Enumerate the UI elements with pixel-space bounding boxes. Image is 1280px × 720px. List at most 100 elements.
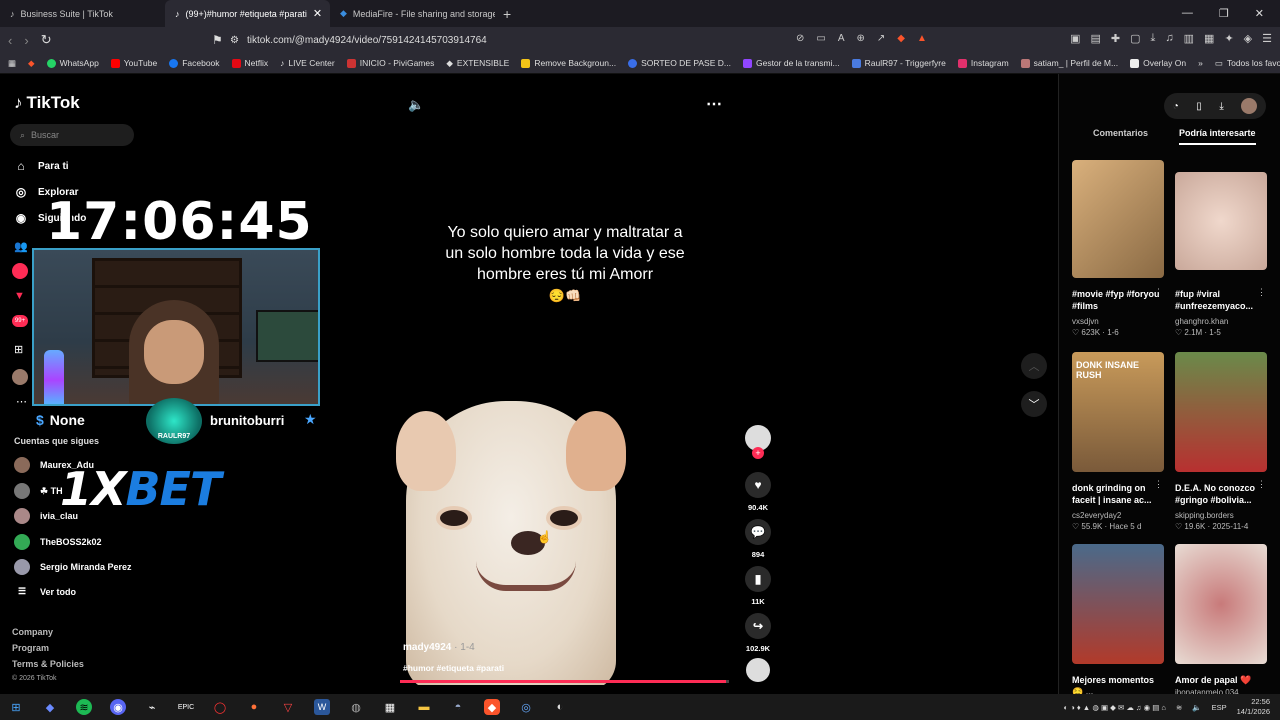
- zoom-icon[interactable]: ⊕: [857, 33, 865, 44]
- site-info-icon[interactable]: ⚙: [230, 35, 239, 46]
- more-bookmarks-icon[interactable]: »: [1198, 58, 1203, 68]
- avatar[interactable]: [1241, 98, 1258, 114]
- puzzle-icon[interactable]: ✚: [1111, 32, 1120, 45]
- tab-comentarios[interactable]: Comentarios: [1093, 128, 1148, 138]
- sidebar-icon[interactable]: ▥: [1184, 32, 1194, 45]
- firefox-icon[interactable]: ●: [246, 699, 262, 715]
- history-icon[interactable]: ◔: [1173, 101, 1179, 112]
- camera-blocked-icon[interactable]: ⊘: [796, 33, 804, 44]
- bookmark-item[interactable]: Netflix: [231, 58, 268, 68]
- translate-icon[interactable]: A: [838, 33, 845, 44]
- music-disc[interactable]: [746, 658, 770, 682]
- bookmark-item[interactable]: Instagram: [957, 58, 1009, 68]
- footer-link-terms[interactable]: Terms & Policies: [12, 659, 84, 669]
- word-icon[interactable]: W: [314, 699, 330, 715]
- app-icon[interactable]: ◎: [518, 699, 534, 715]
- valorant-icon[interactable]: ▽: [280, 699, 296, 715]
- tiktok-logo[interactable]: ♪ TikTok: [14, 93, 80, 113]
- wifi-icon[interactable]: ≋: [1176, 703, 1182, 712]
- brave-shield-icon[interactable]: ◆: [897, 33, 905, 44]
- app-icon[interactable]: ◍: [348, 699, 364, 715]
- wallet-icon[interactable]: ▦: [1204, 32, 1214, 45]
- suggested-video-card[interactable]: DONK INSANE RUSH donk grinding on faceit…: [1072, 352, 1164, 531]
- menu-icon[interactable]: ☰: [1262, 32, 1272, 45]
- opera-icon[interactable]: ◯: [212, 699, 228, 715]
- download-app-icon[interactable]: ⤓: [1219, 101, 1223, 112]
- spotify-icon[interactable]: ≋: [76, 699, 92, 715]
- all-bookmarks[interactable]: ▭Todos los favoritos: [1215, 58, 1280, 69]
- more-icon[interactable]: ⋯: [16, 395, 27, 408]
- footer-link-program[interactable]: Program: [12, 643, 49, 653]
- bookmark-icon[interactable]: ⚑: [212, 33, 223, 47]
- bookmark-item[interactable]: SORTEO DE PASE D...: [628, 58, 731, 68]
- screenshot-icon[interactable]: ▢: [1130, 32, 1140, 45]
- back-icon[interactable]: ‹: [8, 33, 12, 48]
- live-icon[interactable]: [12, 263, 28, 279]
- tray-icons[interactable]: ◐ ◑ ♦ ▲ ◍ ▣ ◆ ✉ ☁ ♫ ◉ ▤ ⌂: [1064, 703, 1166, 712]
- url-field[interactable]: ⚙ tiktok.com/@mady4924/video/759142414570…: [230, 32, 790, 49]
- follow-item[interactable]: ☘ TH: [14, 483, 63, 499]
- language-indicator[interactable]: ESP: [1212, 703, 1227, 712]
- see-all-link[interactable]: ☰ Ver todo: [14, 586, 76, 597]
- suggested-video-card[interactable]: D.E.A. No conozco #gringo #bolivia... sk…: [1175, 352, 1267, 531]
- bookmark-item[interactable]: INICIO - PiviGames: [346, 58, 434, 68]
- suggested-video-card[interactable]: Mejores momentos 🤤 ...: [1072, 544, 1164, 700]
- follow-item[interactable]: Sergio Miranda Perez: [14, 559, 132, 575]
- suggested-video-card[interactable]: #fup #viral #unfreezemyaco... ghanghro.k…: [1175, 172, 1267, 337]
- follow-plus-button[interactable]: +: [752, 447, 764, 459]
- bookmark-item[interactable]: Overlay On: [1130, 58, 1186, 68]
- apps-icon[interactable]: ▦: [8, 58, 16, 69]
- new-tab-button[interactable]: +: [503, 6, 511, 22]
- upload-icon[interactable]: ▼: [14, 290, 25, 302]
- card-menu-icon[interactable]: ⋮: [1257, 287, 1266, 298]
- app-icon[interactable]: ⌁: [144, 699, 160, 715]
- download-icon[interactable]: ⤓: [1151, 32, 1156, 45]
- reload-icon[interactable]: ↻: [41, 32, 52, 48]
- volume-tray-icon[interactable]: 🔈: [1192, 703, 1201, 712]
- tab-tiktok-video[interactable]: ♪ (99+)#humor #etiqueta #parati ✕: [165, 0, 330, 27]
- obs-icon[interactable]: ◐: [552, 699, 568, 715]
- save-button[interactable]: ▮ 11K: [744, 566, 772, 606]
- brave-icon[interactable]: ◆: [484, 699, 500, 715]
- sidebar-item-para-ti[interactable]: ⌂ Para ti: [14, 159, 68, 173]
- previous-video-button[interactable]: ︿: [1021, 353, 1047, 379]
- bookmark-item[interactable]: ◆ EXTENSIBLE: [446, 58, 509, 69]
- cast-icon[interactable]: ▭: [816, 33, 825, 44]
- bookmark-item[interactable]: YouTube: [110, 58, 157, 68]
- bookmark-item[interactable]: WhatsApp: [46, 58, 99, 68]
- footer-link-company[interactable]: Company: [12, 627, 53, 637]
- translate-ext-icon[interactable]: ▤: [1090, 32, 1100, 45]
- restore-icon[interactable]: ❐: [1219, 7, 1229, 20]
- comment-button[interactable]: 💬 894: [744, 519, 772, 559]
- card-menu-icon[interactable]: ⋮: [1154, 287, 1163, 298]
- bookmark-item[interactable]: RaulR97 - Triggerfyre: [851, 58, 946, 68]
- leo-icon[interactable]: ✦: [1224, 32, 1233, 45]
- next-video-button[interactable]: ﹀: [1021, 391, 1047, 417]
- bookmark-item[interactable]: Gestor de la transmi...: [742, 58, 840, 68]
- epic-games-icon[interactable]: EPIC: [178, 699, 194, 715]
- music-icon[interactable]: ♫: [1165, 32, 1173, 45]
- video-author[interactable]: mady4924 · 1-4: [403, 642, 475, 653]
- suggested-video-card[interactable]: #movie #fyp #foryou #films vxsdjvn ♡ 623…: [1072, 160, 1164, 337]
- device-icon[interactable]: ▯: [1196, 101, 1202, 112]
- discord-icon[interactable]: ◉: [110, 699, 126, 715]
- add-icon[interactable]: ⊞: [14, 343, 23, 356]
- video-progress-bar[interactable]: [400, 680, 729, 683]
- bookmark-item[interactable]: ♪ LIVE Center: [280, 58, 335, 68]
- minimize-icon[interactable]: —: [1182, 7, 1193, 20]
- app-icon[interactable]: ◆: [42, 699, 58, 715]
- close-icon[interactable]: ✕: [313, 7, 322, 20]
- follow-item[interactable]: TheBOSS2k02: [14, 534, 102, 550]
- volume-icon[interactable]: 🔈: [408, 97, 424, 113]
- tab-podria-interesarte[interactable]: Podría interesarte: [1179, 128, 1256, 145]
- calculator-icon[interactable]: ▦: [382, 699, 398, 715]
- card-menu-icon[interactable]: ⋮: [1154, 479, 1163, 490]
- bookmark-item[interactable]: satiam_ | Perfil de M...: [1020, 58, 1118, 68]
- brave-icon[interactable]: ◆: [28, 58, 35, 69]
- tab-mediafire[interactable]: ◆ MediaFire - File sharing and storage: [330, 0, 495, 27]
- friends-icon[interactable]: 👥: [14, 240, 28, 253]
- vpn-icon[interactable]: ◈: [1244, 32, 1252, 45]
- tab-business-suite[interactable]: ♪ Business Suite | TikTok: [0, 0, 165, 27]
- windows-start-icon[interactable]: ⊞: [8, 699, 24, 715]
- activity-badge[interactable]: 99+: [12, 315, 28, 327]
